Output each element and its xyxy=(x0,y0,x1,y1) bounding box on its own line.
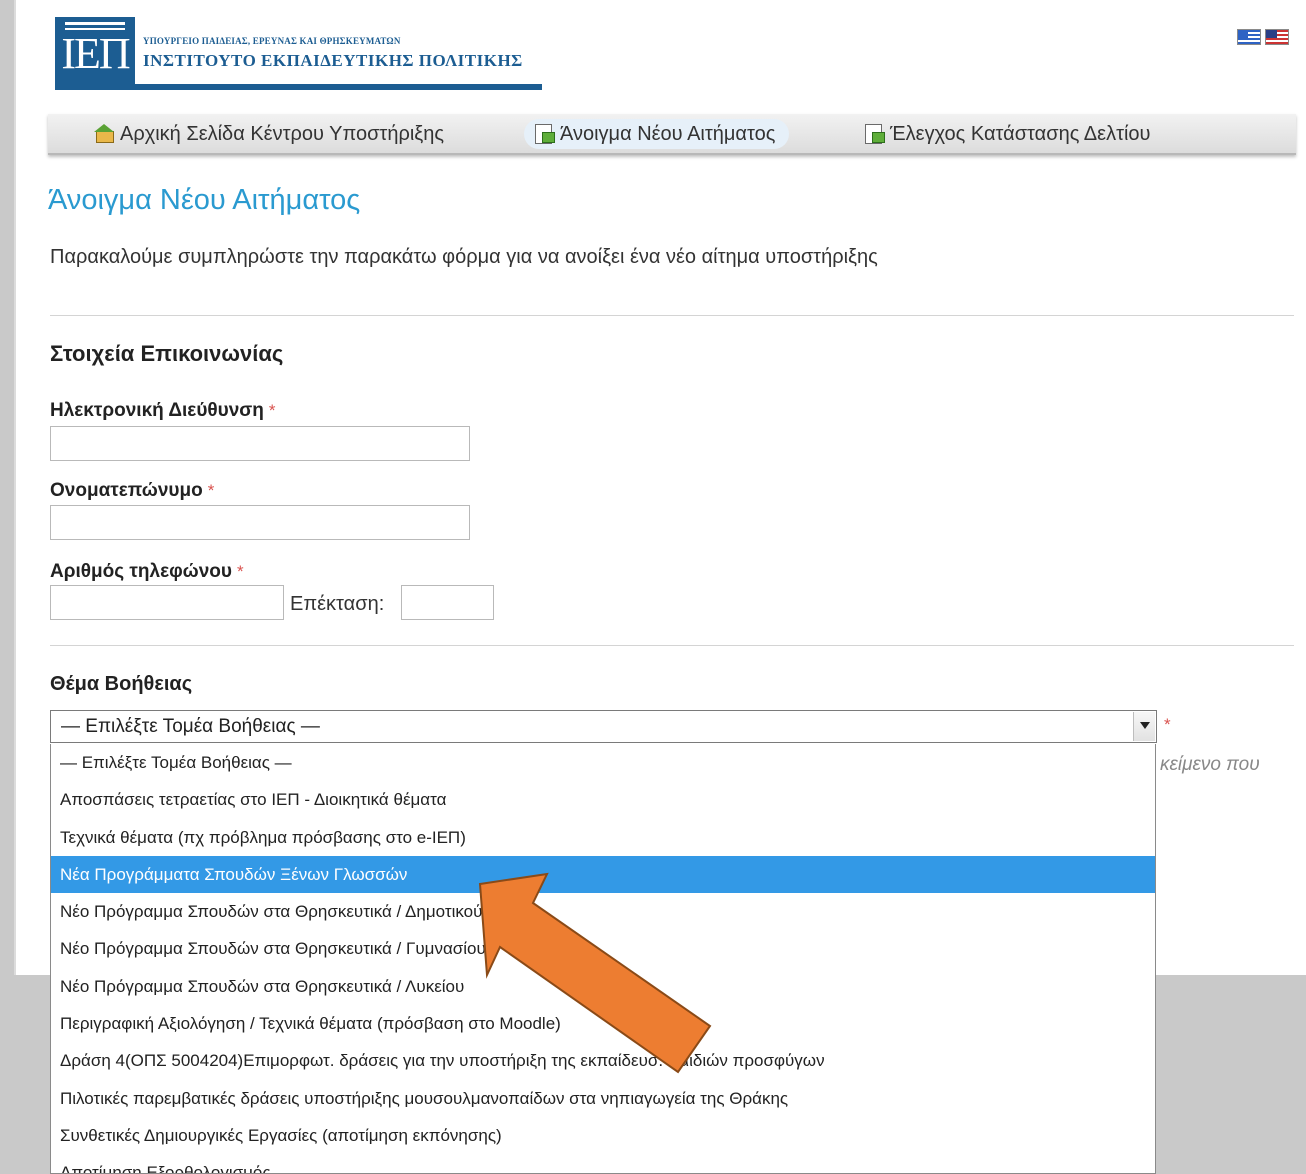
pointer-arrow-shape xyxy=(478,872,712,1074)
pointer-arrow-icon xyxy=(478,872,712,1074)
